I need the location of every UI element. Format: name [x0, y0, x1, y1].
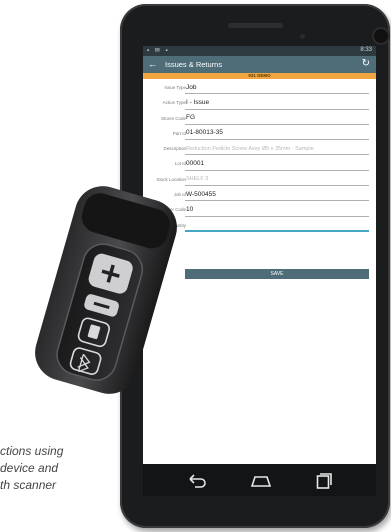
field-underline [185, 154, 369, 156]
field-underline [185, 93, 369, 95]
field-value: SHELF 3 [186, 176, 209, 183]
proximity-sensor [300, 34, 305, 39]
field-value: I - Issue [186, 98, 210, 106]
issue-type-field[interactable]: Issue Type Job [143, 81, 376, 96]
field-underline [185, 230, 369, 232]
field-label: Oper Code [163, 207, 186, 213]
field-value: 01-80013-35 [186, 129, 223, 137]
app-bar: ← Issues & Returns ↻ [143, 56, 376, 73]
field-value: FG [186, 114, 196, 122]
minus-icon[interactable] [83, 293, 120, 318]
save-button[interactable]: SAVE [185, 269, 369, 279]
refresh-icon[interactable]: ↻ [362, 58, 370, 69]
stores-code-field[interactable]: Stores Code FG [143, 112, 376, 127]
front-camera [374, 29, 388, 43]
field-underline [185, 139, 369, 141]
nav-recents-icon[interactable] [316, 472, 332, 490]
field-label: Part Id [172, 130, 186, 136]
field-value: 10 [186, 205, 194, 213]
caption-line: device and [0, 461, 59, 475]
field-underline [185, 123, 369, 125]
field-label: Description [163, 146, 186, 152]
status-icons: ▪ ✉ ▪ [147, 48, 170, 54]
job-id-field[interactable]: Job Id W-500455 [143, 188, 376, 203]
back-arrow-icon[interactable]: ← [148, 59, 157, 69]
field-label: Stock Location [156, 176, 186, 182]
lot-id-field[interactable]: Lot Id 00001 [143, 157, 376, 172]
field-value: Job [186, 83, 197, 91]
status-bar: ▪ ✉ ▪ 8:33 [143, 46, 376, 56]
field-underline [185, 108, 369, 110]
issue-form: Issue Type Job Action Type I - Issue Sto… [143, 79, 376, 279]
part-id-field[interactable]: Part Id 01-80013-35 [143, 127, 376, 142]
caption-line: ctions using [0, 444, 64, 458]
status-time: 8:33 [360, 47, 372, 53]
description-field[interactable]: Description Reduction Pedicle Screw Assy… [143, 142, 376, 157]
oper-code-field[interactable]: Oper Code 10 [143, 203, 376, 218]
field-underline [185, 215, 369, 217]
field-label: Issue Type [164, 85, 186, 90]
field-underline [185, 169, 369, 171]
page-icon[interactable] [77, 317, 111, 348]
quantity-field[interactable]: Quantity [143, 219, 376, 234]
caption-text: ctions using device and th scanner [0, 443, 150, 494]
caption-line: th scanner [0, 478, 57, 492]
action-type-field[interactable]: Action Type I - Issue [143, 96, 376, 111]
field-label: Stores Code [160, 115, 186, 121]
bluetooth-icon[interactable] [69, 347, 102, 377]
field-value: 00001 [186, 159, 205, 167]
field-label: Quantity [169, 222, 186, 228]
field-label: Action Type [162, 100, 186, 106]
field-underline [185, 185, 369, 187]
page-title: Issues & Returns [165, 60, 223, 69]
field-underline [185, 200, 369, 202]
nav-home-icon[interactable] [249, 470, 273, 492]
stock-location-field[interactable]: Stock Location SHELF 3 [143, 173, 376, 188]
nav-back-icon[interactable] [186, 470, 208, 492]
field-value: Reduction Pedicle Screw Assy Ø5 x 35mm -… [186, 145, 314, 152]
field-value: W-500455 [186, 190, 216, 198]
field-label: Lot Id [174, 161, 186, 167]
speaker-grille [228, 23, 283, 28]
field-label: Job Id [173, 192, 186, 198]
phone-screen: ▪ ✉ ▪ 8:33 ← Issues & Returns ↻ 931 DEMO… [143, 46, 376, 464]
